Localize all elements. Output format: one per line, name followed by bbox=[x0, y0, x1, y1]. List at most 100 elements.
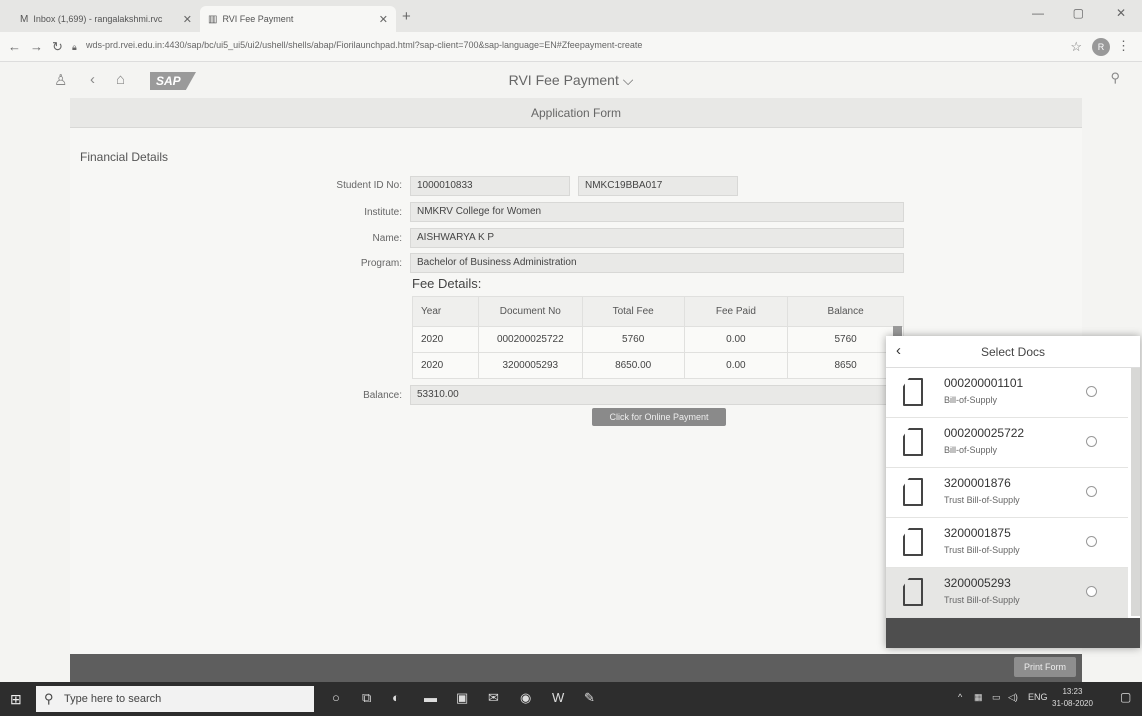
table-row[interactable]: 2020 3200005293 8650.00 0.00 8650 bbox=[412, 352, 904, 379]
program-label: Program: bbox=[360, 258, 402, 269]
institute-label: Institute: bbox=[364, 207, 402, 218]
student-id-field[interactable]: 1000010833 bbox=[410, 176, 570, 196]
column-header: Balance bbox=[787, 296, 904, 327]
gmail-icon: M bbox=[20, 13, 29, 25]
search-icon[interactable]: ⚲ bbox=[1110, 70, 1120, 86]
shell-bar: ♙ ‹ ⌂ SAP RVI Fee Payment ⌵ ⚲ bbox=[0, 62, 1142, 98]
table-row[interactable]: 2020 000200025722 5760 0.00 5760 bbox=[412, 326, 904, 353]
forward-icon[interactable]: → bbox=[30, 39, 43, 54]
institute-field[interactable]: NMKRV College for Women bbox=[410, 202, 904, 222]
program-field[interactable]: Bachelor of Business Administration bbox=[410, 253, 904, 273]
radio-button[interactable] bbox=[1086, 436, 1097, 447]
doc-type: Trust Bill-of-Supply bbox=[944, 545, 1020, 555]
student-code-field[interactable]: NMKC19BBA017 bbox=[578, 176, 738, 196]
task-view-icon[interactable]: ⧉ bbox=[362, 690, 371, 706]
address-bar: ← → ↻ 🔒︎ wds-prd.rvei.edu.in:4430/sap/bc… bbox=[0, 32, 1142, 62]
search-placeholder: Type here to search bbox=[64, 693, 162, 705]
page-header: Application Form bbox=[70, 98, 1082, 128]
doc-number: 000200001101 bbox=[944, 376, 1024, 390]
clock[interactable]: 13:23 31-08-2020 bbox=[1052, 686, 1093, 710]
close-tab-icon[interactable]: ✕ bbox=[183, 13, 192, 26]
popover-scrollbar[interactable] bbox=[1131, 368, 1140, 616]
notification-icon[interactable]: ▢ bbox=[1120, 690, 1131, 704]
popover-title: Select Docs bbox=[980, 345, 1046, 359]
print-form-button[interactable]: Print Form bbox=[1014, 657, 1076, 677]
table-header-row: Year Document No Total Fee Fee Paid Bala… bbox=[412, 296, 904, 327]
student-id-label: Student ID No: bbox=[336, 180, 402, 191]
column-header: Document No bbox=[477, 296, 583, 327]
page-footer bbox=[70, 654, 1082, 682]
chat-icon[interactable]: ▭ bbox=[992, 692, 1001, 703]
browser-menu-icon[interactable]: ⋮ bbox=[1117, 38, 1130, 54]
cell-document-no: 3200005293 bbox=[477, 352, 583, 379]
shell-title[interactable]: RVI Fee Payment ⌵ bbox=[0, 72, 1142, 89]
doc-type: Trust Bill-of-Supply bbox=[944, 595, 1020, 605]
column-header: Total Fee bbox=[581, 296, 685, 327]
close-tab-icon[interactable]: ✕ bbox=[379, 13, 388, 26]
cell-year: 2020 bbox=[412, 326, 479, 353]
language-indicator[interactable]: ENG bbox=[1028, 692, 1048, 702]
mail-icon[interactable]: ✉ bbox=[488, 690, 499, 706]
doc-type: Bill-of-Supply bbox=[944, 395, 998, 405]
fee-table: Year Document No Total Fee Fee Paid Bala… bbox=[412, 296, 904, 379]
back-icon[interactable]: ← bbox=[8, 39, 21, 54]
online-payment-button[interactable]: Click for Online Payment bbox=[592, 408, 726, 426]
radio-button[interactable] bbox=[1086, 386, 1097, 397]
balance-field[interactable]: 53310.00 bbox=[410, 385, 904, 405]
word-icon[interactable]: W bbox=[552, 690, 564, 705]
taskbar: ⊞ ⚲ Type here to search ○ ⧉ ◐ ▬ ▣ ✉ ◉ W … bbox=[0, 682, 1142, 716]
popover-footer bbox=[886, 618, 1140, 648]
paint-icon[interactable]: ✎ bbox=[584, 690, 595, 706]
edge-icon[interactable]: ◐ bbox=[392, 690, 400, 705]
balance-label: Balance: bbox=[363, 390, 402, 401]
reload-icon[interactable]: ↻ bbox=[52, 39, 63, 55]
name-field[interactable]: AISHWARYA K P bbox=[410, 228, 904, 248]
radio-button[interactable] bbox=[1086, 586, 1097, 597]
popover-header: ‹ Select Docs bbox=[886, 336, 1140, 368]
profile-avatar[interactable]: R bbox=[1092, 38, 1110, 56]
store-icon[interactable]: ▣ bbox=[456, 690, 468, 706]
document-icon bbox=[903, 528, 923, 556]
select-docs-popover: ‹ Select Docs 000200001101 Bill-of-Suppl… bbox=[886, 336, 1140, 648]
list-item[interactable]: 3200001876 Trust Bill-of-Supply bbox=[886, 468, 1128, 518]
url-field[interactable]: wds-prd.rvei.edu.in:4430/sap/bc/ui5_ui5/… bbox=[86, 40, 642, 50]
list-item[interactable]: 000200025722 Bill-of-Supply bbox=[886, 418, 1128, 468]
doc-number: 3200001876 bbox=[944, 476, 1011, 490]
volume-icon[interactable]: ◁) bbox=[1008, 692, 1018, 703]
maximize-icon[interactable]: ▢ bbox=[1073, 6, 1084, 20]
bookmark-star-icon[interactable]: ☆ bbox=[1070, 39, 1082, 55]
cortana-icon[interactable]: ○ bbox=[332, 690, 340, 705]
close-window-icon[interactable]: ✕ bbox=[1116, 6, 1126, 20]
clock-time: 13:23 bbox=[1062, 687, 1083, 696]
radio-button[interactable] bbox=[1086, 536, 1097, 547]
radio-button[interactable] bbox=[1086, 486, 1097, 497]
column-header: Fee Paid bbox=[683, 296, 789, 327]
browser-tab-inbox[interactable]: M Inbox (1,699) - rangalakshmi.rvc ✕ bbox=[12, 6, 200, 32]
list-item[interactable]: 3200001875 Trust Bill-of-Supply bbox=[886, 518, 1128, 568]
chevron-down-icon: ⌵ bbox=[622, 72, 634, 88]
column-header: Year bbox=[412, 296, 479, 327]
clock-date: 31-08-2020 bbox=[1052, 699, 1093, 708]
new-tab-icon[interactable]: + bbox=[402, 8, 411, 25]
taskbar-search-input[interactable]: ⚲ Type here to search bbox=[36, 686, 314, 712]
cell-total-fee: 8650.00 bbox=[581, 352, 685, 379]
list-item[interactable]: 3200005293 Trust Bill-of-Supply bbox=[886, 568, 1128, 618]
doc-number: 3200001875 bbox=[944, 526, 1011, 540]
network-icon[interactable]: ▦ bbox=[974, 692, 983, 703]
cell-fee-paid: 0.00 bbox=[683, 352, 789, 379]
list-item[interactable]: 000200001101 Bill-of-Supply bbox=[886, 368, 1128, 418]
minimize-icon[interactable]: — bbox=[1032, 6, 1044, 20]
file-explorer-icon[interactable]: ▬ bbox=[424, 690, 437, 705]
document-icon bbox=[903, 578, 923, 606]
section-title: Financial Details bbox=[80, 150, 169, 164]
name-label: Name: bbox=[372, 233, 402, 244]
chrome-icon[interactable]: ◉ bbox=[520, 690, 531, 706]
tab-title: RVI Fee Payment bbox=[222, 14, 294, 24]
tray-up-icon[interactable]: ^ bbox=[958, 692, 962, 702]
lock-icon: 🔒︎ bbox=[72, 42, 77, 52]
browser-tab-fee-payment[interactable]: ▥ RVI Fee Payment ✕ bbox=[200, 6, 396, 32]
windows-start-icon[interactable]: ⊞ bbox=[10, 691, 22, 708]
cell-total-fee: 5760 bbox=[581, 326, 685, 353]
document-icon bbox=[903, 478, 923, 506]
browser-tab-bar: M Inbox (1,699) - rangalakshmi.rvc ✕ ▥ R… bbox=[0, 0, 1142, 32]
